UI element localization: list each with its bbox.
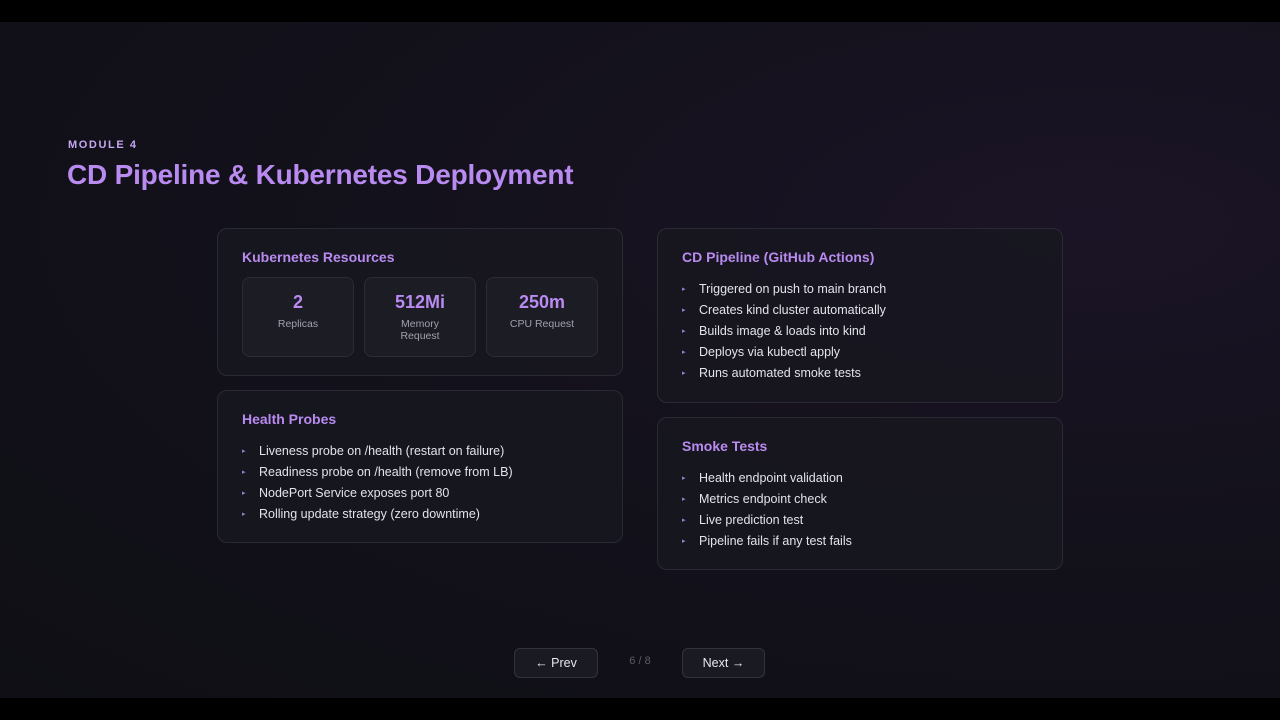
list-item: ▸ Builds image & loads into kind [682, 321, 886, 342]
list-item-text: Creates kind cluster automatically [699, 303, 886, 317]
list-item-text: Deploys via kubectl apply [699, 345, 841, 359]
smoke-tests-list: ▸ Health endpoint validation ▸ Metrics end… [682, 468, 852, 552]
page-counter: 6 / 8 [629, 655, 651, 667]
stat-memory-request: 512Mi Memory Request [364, 277, 476, 357]
bullet-icon: ▸ [682, 496, 686, 503]
stat-value: 512Mi [394, 292, 446, 312]
list-item-text: Readiness probe on /health (remove from … [259, 465, 513, 479]
list-item: ▸ Liveness probe on /health (restart on f… [242, 441, 513, 462]
stat-label: Memory Request [400, 318, 440, 342]
health-probes-list: ▸ Liveness probe on /health (restart on f… [242, 441, 513, 525]
list-item: ▸ Readiness probe on /health (remove from… [242, 462, 513, 483]
letterbox-bottom [0, 698, 1280, 720]
list-item: ▸ Runs automated smoke tests [682, 363, 886, 384]
bullet-icon: ▸ [242, 469, 246, 476]
cd-pipeline-list: ▸ Triggered on push to main branch ▸ Creat… [682, 279, 886, 384]
list-item-text: Builds image & loads into kind [699, 324, 866, 338]
bullet-icon: ▸ [682, 286, 686, 293]
list-item: ▸ Metrics endpoint check [682, 489, 852, 510]
resource-stats: 2 Replicas 512Mi Memory Request 250m CPU… [242, 277, 598, 357]
card-title: CD Pipeline (GitHub Actions) [682, 249, 875, 265]
list-item: ▸ Live prediction test [682, 510, 852, 531]
bullet-icon: ▸ [682, 538, 686, 545]
bullet-icon: ▸ [682, 307, 686, 314]
kubernetes-resources-card: Kubernetes Resources 2 Replicas 512Mi Me… [217, 228, 623, 376]
list-item-text: Triggered on push to main branch [699, 282, 887, 296]
list-item: ▸ Deploys via kubectl apply [682, 342, 886, 363]
stat-replicas: 2 Replicas [242, 277, 354, 357]
list-item-text: Liveness probe on /health (restart on fa… [259, 444, 505, 458]
bullet-icon: ▸ [682, 517, 686, 524]
list-item-text: Pipeline fails if any test fails [699, 534, 852, 548]
bullet-icon: ▸ [682, 328, 686, 335]
list-item-text: Runs automated smoke tests [699, 366, 861, 380]
letterbox-top [0, 0, 1280, 22]
list-item: ▸ Triggered on push to main branch [682, 279, 886, 300]
list-item-text: Live prediction test [699, 513, 804, 527]
health-probes-card: Health Probes ▸ Liveness probe on /health… [217, 390, 623, 543]
list-item: ▸ Pipeline fails if any test fails [682, 531, 852, 552]
page-title: CD Pipeline & Kubernetes Deployment [67, 159, 574, 190]
prev-button[interactable]: ← Prev [514, 648, 598, 678]
slide: MODULE 4 CD Pipeline & Kubernetes Deploy… [0, 22, 1280, 698]
card-title: Kubernetes Resources [242, 249, 395, 265]
module-label: MODULE 4 [68, 139, 138, 151]
bullet-icon: ▸ [242, 490, 246, 497]
list-item: ▸ Creates kind cluster automatically [682, 300, 886, 321]
list-item: ▸ Health endpoint validation [682, 468, 852, 489]
stat-value: 2 [292, 292, 303, 312]
smoke-tests-card: Smoke Tests ▸ Health endpoint validation … [657, 417, 1063, 570]
list-item-text: Rolling update strategy (zero downtime) [259, 507, 480, 521]
bullet-icon: ▸ [242, 448, 246, 455]
list-item: ▸ NodePort Service exposes port 80 [242, 483, 513, 504]
bullet-icon: ▸ [242, 511, 246, 518]
bullet-icon: ▸ [682, 370, 686, 377]
cd-pipeline-card: CD Pipeline (GitHub Actions) ▸ Triggered … [657, 228, 1063, 403]
list-item-text: Health endpoint validation [699, 471, 843, 485]
bullet-icon: ▸ [682, 475, 686, 482]
stat-label: Replicas [277, 318, 319, 330]
list-item-text: Metrics endpoint check [699, 492, 827, 506]
card-title: Health Probes [242, 411, 337, 427]
stat-cpu-request: 250m CPU Request [486, 277, 598, 357]
stat-label: CPU Request [509, 318, 575, 330]
next-button[interactable]: Next → [682, 648, 765, 678]
card-title: Smoke Tests [682, 438, 768, 454]
list-item: ▸ Rolling update strategy (zero downtime) [242, 504, 513, 525]
list-item-text: NodePort Service exposes port 80 [259, 486, 450, 500]
bullet-icon: ▸ [682, 349, 686, 356]
stat-value: 250m [518, 292, 566, 312]
